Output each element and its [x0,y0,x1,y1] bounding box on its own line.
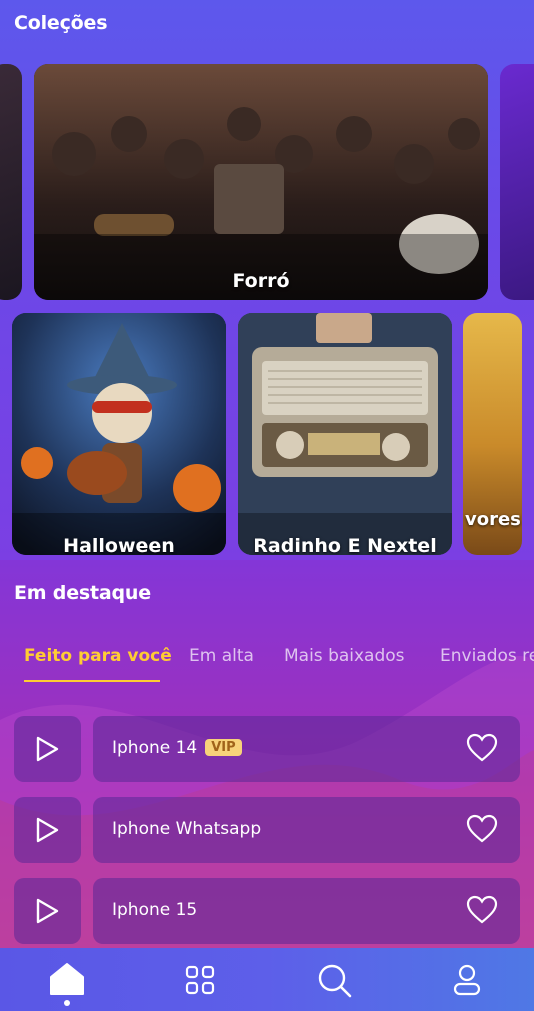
tab-mais-baixados[interactable]: Mais baixados [284,646,405,666]
ringtone-title: Iphone 14 [112,738,198,758]
featured-tabs: Feito para você Em alta Mais baixados En… [0,640,534,684]
tab-em-alta[interactable]: Em alta [189,646,254,666]
collections-title: Coleções [14,12,108,34]
collection-card-partial-right[interactable] [500,64,534,300]
tab-feito-para-voce[interactable]: Feito para você [24,646,172,666]
collection-label-forro: Forró [232,270,290,292]
play-button[interactable] [14,797,81,863]
play-icon [36,736,59,762]
featured-title: Em destaque [14,582,151,604]
ringtone-row[interactable]: Iphone 14 VIP [93,716,520,782]
collection-card-forro[interactable]: Forró [34,64,488,300]
tab-enviados-recentemente[interactable]: Enviados re [440,646,534,666]
bottom-navigation [0,948,534,1011]
collection-card-partial-left[interactable] [0,64,22,300]
ringtone-row[interactable]: Iphone Whatsapp [93,797,520,863]
collection-card-halloween[interactable]: Halloween [12,313,226,555]
collection-label-partial: vores l rangel [465,509,522,530]
heart-icon[interactable] [466,814,498,844]
search-icon[interactable] [317,963,353,999]
radinho-image [238,313,452,555]
collection-label-radinho: Radinho E Nextel [253,535,437,555]
collection-card-radinho[interactable]: Radinho E Nextel [238,313,452,555]
forro-image [34,64,488,300]
profile-icon[interactable] [452,963,482,997]
ringtone-row[interactable]: Iphone 15 [93,878,520,944]
collection-card-partial[interactable]: vores l rangel [463,313,522,555]
vip-badge: VIP [205,739,242,756]
play-button[interactable] [14,878,81,944]
play-icon [36,898,59,924]
active-nav-indicator [64,1000,70,1006]
grid-icon[interactable] [185,965,215,995]
ringtone-title-wrap: Iphone 14 VIP [112,738,242,758]
active-tab-indicator [24,680,160,682]
collection-label-halloween: Halloween [63,535,175,555]
halloween-image [12,313,226,555]
ringtone-title: Iphone Whatsapp [112,819,262,839]
heart-icon[interactable] [466,895,498,925]
heart-icon[interactable] [466,733,498,763]
ringtone-title: Iphone 15 [112,900,198,920]
play-button[interactable] [14,716,81,782]
home-icon[interactable] [49,962,85,996]
play-icon [36,817,59,843]
